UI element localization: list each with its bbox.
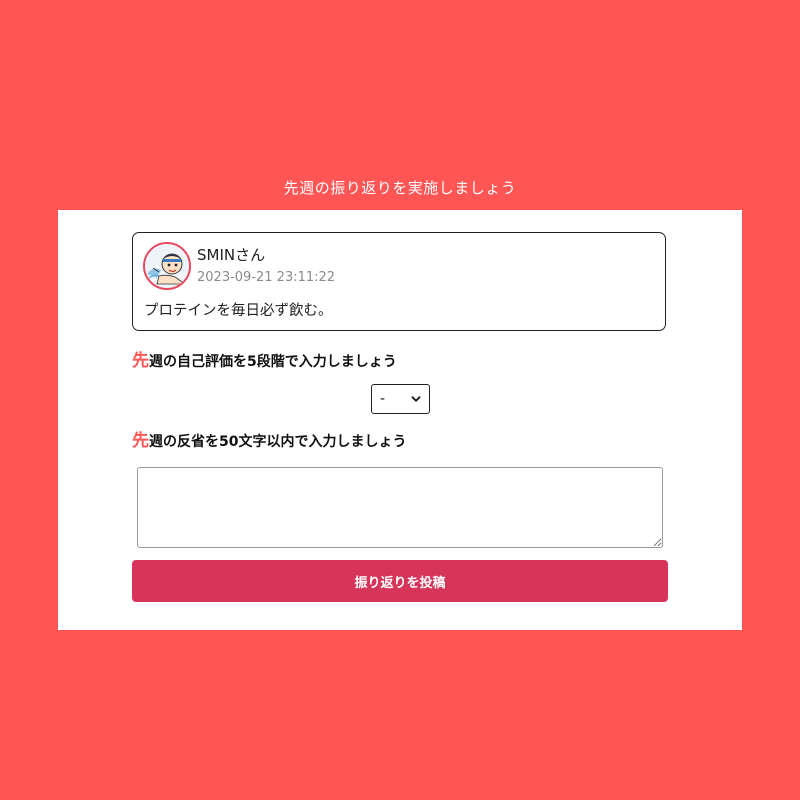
reflection-textarea[interactable]	[137, 467, 663, 548]
post-timestamp: 2023-09-21 23:11:22	[197, 270, 336, 285]
reflection-label-accent: 先	[132, 431, 149, 451]
rating-select-value: -	[380, 391, 386, 407]
rating-section-label: 先週の自己評価を5段階で入力しましょう	[132, 350, 397, 373]
reflection-card: SMINさん 2023-09-21 23:11:22 プロテインを毎日必ず飲む。…	[58, 210, 742, 630]
post-username: SMINさん	[197, 246, 266, 264]
rating-label-accent: 先	[132, 351, 149, 371]
reflection-label-text: 週の反省を50文字以内で入力しましょう	[149, 434, 407, 450]
rating-select[interactable]: -	[371, 384, 430, 414]
chevron-down-icon	[411, 396, 421, 402]
page-title: 先週の振り返りを実施しましょう	[283, 179, 517, 197]
goal-post: SMINさん 2023-09-21 23:11:22 プロテインを毎日必ず飲む。	[132, 232, 666, 331]
reflection-section-label: 先週の反省を50文字以内で入力しましょう	[132, 430, 406, 453]
avatar-character-icon	[145, 244, 189, 288]
avatar	[143, 242, 191, 290]
submit-reflection-button[interactable]: 振り返りを投稿	[132, 560, 668, 602]
post-body: プロテインを毎日必ず飲む。	[144, 303, 333, 319]
rating-label-text: 週の自己評価を5段階で入力しましょう	[149, 354, 397, 370]
